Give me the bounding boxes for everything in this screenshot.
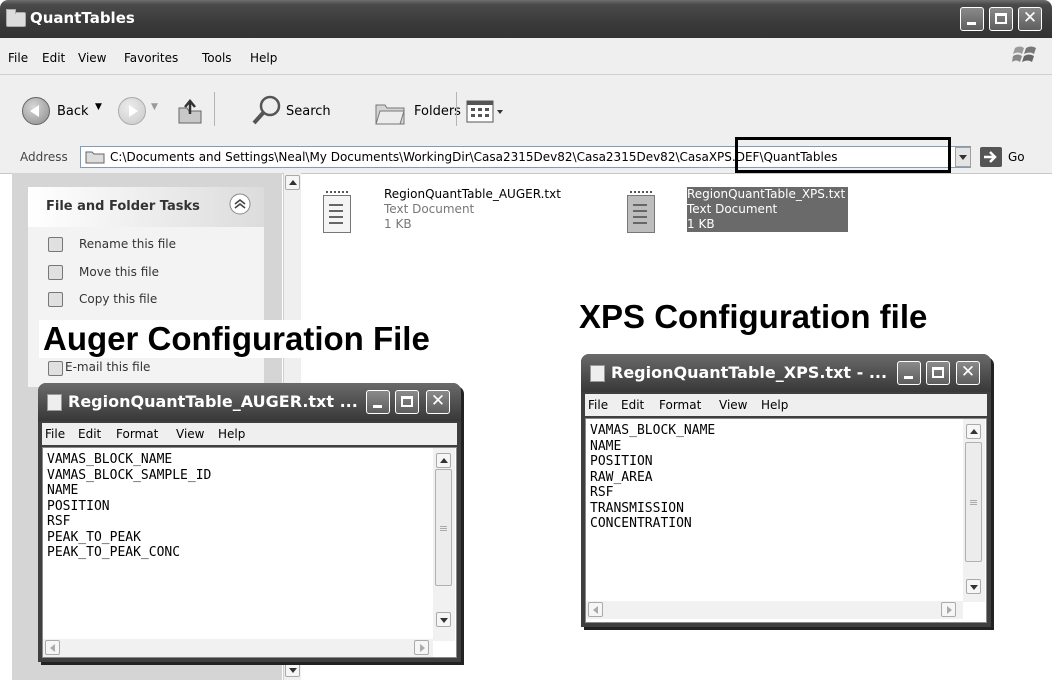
menu-file[interactable]: File <box>8 51 28 65</box>
close-button[interactable]: ✕ <box>426 390 450 414</box>
scroll-right-icon[interactable] <box>941 602 956 617</box>
menu-view[interactable]: View <box>78 51 106 65</box>
go-button[interactable]: Go <box>1008 150 1025 164</box>
menu-tools[interactable]: Tools <box>202 51 232 65</box>
file-type: Text Document <box>384 202 475 216</box>
scroll-left-icon[interactable] <box>45 640 60 655</box>
menu-view[interactable]: View <box>176 427 204 441</box>
menu-edit[interactable]: Edit <box>42 51 65 65</box>
file-name: RegionQuantTable_XPS.txt <box>687 187 846 201</box>
notepad-xps-hscroll[interactable] <box>586 601 963 619</box>
toolbar-separator <box>214 92 215 126</box>
explorer-titlebar[interactable]: QuantTables ✕ <box>0 0 1052 38</box>
back-button[interactable]: Back <box>57 104 89 119</box>
notepad-auger-titlebar[interactable]: RegionQuantTable_AUGER.txt ... ✕ <box>38 383 461 421</box>
menu-help[interactable]: Help <box>761 398 788 412</box>
toolbar-separator <box>456 92 457 126</box>
minimize-button[interactable] <box>366 390 390 414</box>
notepad-icon <box>590 365 605 382</box>
folders-button[interactable]: Folders <box>414 104 461 119</box>
task-move[interactable]: Move this file <box>79 265 159 279</box>
window-title: QuantTables <box>30 9 135 27</box>
menu-favorites[interactable]: Favorites <box>124 51 178 65</box>
maximize-button[interactable] <box>926 361 950 385</box>
address-dropdown-icon[interactable] <box>955 147 971 167</box>
menu-edit[interactable]: Edit <box>78 427 101 441</box>
menu-file[interactable]: File <box>588 398 608 412</box>
menu-help[interactable]: Help <box>250 51 277 65</box>
folder-icon <box>6 9 26 27</box>
menu-bar: File Edit View Favorites Tools Help <box>0 38 1052 75</box>
task-panel-title: File and Folder Tasks <box>46 199 200 214</box>
notepad-xps-titlebar[interactable]: RegionQuantTable_XPS.txt - ... ✕ <box>581 354 991 392</box>
back-arrow-icon[interactable] <box>22 97 50 125</box>
auger-config-label: Auger Configuration File <box>39 320 434 358</box>
notepad-xps-content[interactable]: VAMAS_BLOCK_NAME NAME POSITION RAW_AREA … <box>590 423 715 532</box>
windows-logo-icon <box>1012 46 1036 62</box>
file-name: RegionQuantTable_AUGER.txt <box>384 187 561 201</box>
file-size: 1 KB <box>384 217 412 231</box>
text-file-icon[interactable] <box>627 191 655 233</box>
back-dropdown-icon[interactable]: ▼ <box>95 102 102 112</box>
address-label: Address <box>20 150 68 164</box>
views-icon[interactable] <box>466 100 506 124</box>
scroll-left-icon[interactable] <box>588 602 603 617</box>
scroll-right-icon[interactable] <box>414 640 429 655</box>
minimize-button[interactable] <box>897 361 921 385</box>
file-size: 1 KB <box>687 217 715 231</box>
notepad-icon <box>47 394 62 411</box>
task-rename[interactable]: Rename this file <box>79 237 176 251</box>
move-icon <box>48 265 63 280</box>
notepad-xps-title: RegionQuantTable_XPS.txt - ... <box>611 363 888 382</box>
scroll-up-icon[interactable] <box>285 175 300 190</box>
menu-edit[interactable]: Edit <box>621 398 644 412</box>
notepad-auger-content[interactable]: VAMAS_BLOCK_NAME VAMAS_BLOCK_SAMPLE_ID N… <box>47 452 211 561</box>
maximize-button[interactable] <box>395 390 419 414</box>
minimize-button[interactable] <box>960 7 984 31</box>
maximize-button[interactable] <box>989 7 1013 31</box>
menu-view[interactable]: View <box>719 398 747 412</box>
folder-icon <box>85 151 105 164</box>
go-arrow-icon[interactable] <box>980 147 1002 167</box>
scroll-up-icon[interactable] <box>966 424 981 439</box>
scroll-down-icon[interactable] <box>285 662 300 677</box>
rename-icon <box>48 237 63 252</box>
menu-format[interactable]: Format <box>659 398 701 412</box>
notepad-auger-hscroll[interactable] <box>43 639 433 657</box>
scroll-down-icon[interactable] <box>966 579 981 594</box>
forward-dropdown-icon[interactable]: ▼ <box>151 102 158 112</box>
forward-arrow-icon[interactable] <box>118 97 146 125</box>
notepad-xps-menubar: File Edit Format View Help <box>585 394 987 416</box>
file-type: Text Document <box>687 202 778 216</box>
notepad-xps-window: RegionQuantTable_XPS.txt - ... ✕ File Ed… <box>581 354 991 627</box>
xps-config-label: XPS Configuration file <box>579 298 928 335</box>
file-xps-selected[interactable]: RegionQuantTable_XPS.txt Text Document 1… <box>687 187 849 232</box>
notepad-auger-title: RegionQuantTable_AUGER.txt ... <box>68 392 358 411</box>
task-email[interactable]: E-mail this file <box>65 360 150 374</box>
file-auger[interactable]: RegionQuantTable_AUGER.txt Text Document… <box>384 187 561 232</box>
copy-icon <box>48 292 63 307</box>
close-button[interactable]: ✕ <box>1018 7 1042 31</box>
collapse-chevron-icon[interactable] <box>229 193 251 215</box>
address-path[interactable]: C:\Documents and Settings\Neal\My Docume… <box>110 150 838 164</box>
scroll-thumb[interactable] <box>435 469 452 586</box>
scroll-up-icon[interactable] <box>436 453 451 468</box>
task-copy[interactable]: Copy this file <box>79 292 157 306</box>
folders-icon[interactable] <box>374 97 408 127</box>
menu-help[interactable]: Help <box>218 427 245 441</box>
search-button[interactable]: Search <box>286 104 331 119</box>
search-icon[interactable] <box>250 94 284 128</box>
text-file-icon[interactable] <box>323 191 351 233</box>
menu-format[interactable]: Format <box>116 427 158 441</box>
address-highlight-box <box>735 137 951 173</box>
menu-file[interactable]: File <box>45 427 65 441</box>
close-button[interactable]: ✕ <box>956 361 980 385</box>
notepad-auger-window: RegionQuantTable_AUGER.txt ... ✕ File Ed… <box>38 383 461 662</box>
scroll-thumb[interactable] <box>965 442 982 562</box>
scroll-down-icon[interactable] <box>436 612 451 627</box>
up-folder-icon[interactable] <box>176 94 204 126</box>
email-icon <box>48 361 63 376</box>
notepad-auger-menubar: File Edit Format View Help <box>42 423 457 445</box>
